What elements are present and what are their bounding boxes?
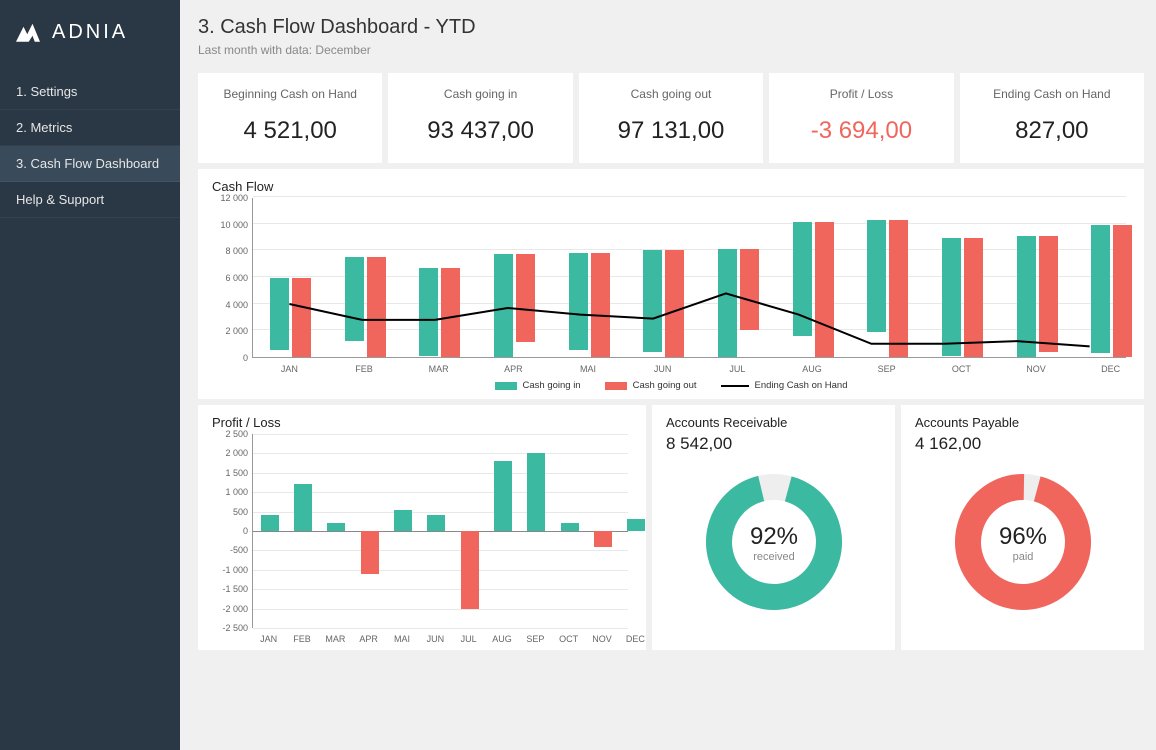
- kpi-value: 97 131,00: [591, 117, 751, 145]
- bar-in-JUL: [718, 249, 737, 357]
- bar-out-MAI: [591, 253, 610, 357]
- kpi-value: 4 521,00: [210, 117, 370, 145]
- kpi-label: Ending Cash on Hand: [972, 87, 1132, 101]
- kpi-label: Profit / Loss: [781, 87, 941, 101]
- donut-label: received: [753, 551, 795, 563]
- profit-loss-panel: Profit / Loss -2 500-2 000-1 500-1 000-5…: [198, 405, 646, 650]
- sidebar-item-3[interactable]: Help & Support: [0, 182, 180, 218]
- payable-donut-svg: 96%paid: [943, 462, 1103, 622]
- legend-out: Cash going out: [605, 380, 697, 391]
- sidebar-item-0[interactable]: 1. Settings: [0, 74, 180, 110]
- pbar-SEP: [527, 453, 545, 531]
- bar-out-NOV: [1039, 236, 1058, 352]
- cash-flow-panel: Cash Flow 02 0004 0006 0008 00010 00012 …: [198, 169, 1144, 399]
- bar-out-OCT: [964, 238, 983, 357]
- receivable-donut-svg: 92%received: [694, 462, 854, 622]
- kpi-0: Beginning Cash on Hand 4 521,00: [198, 73, 382, 163]
- bar-out-JUL: [740, 249, 759, 330]
- kpi-label: Cash going in: [400, 87, 560, 101]
- payable-donut: 96%paid: [915, 462, 1130, 622]
- kpi-label: Cash going out: [591, 87, 751, 101]
- bar-in-FEB: [345, 257, 364, 341]
- payable-title: Accounts Payable: [915, 415, 1130, 430]
- pbar-OCT: [561, 523, 579, 531]
- profit-loss-chart: -2 500-2 000-1 500-1 000-50005001 0001 5…: [212, 434, 632, 644]
- pbar-DEC: [627, 519, 645, 531]
- pbar-AUG: [494, 461, 512, 531]
- profit-loss-title: Profit / Loss: [212, 415, 632, 430]
- pbar-NOV: [594, 531, 612, 547]
- bar-out-JAN: [292, 278, 311, 357]
- bar-in-OCT: [942, 238, 961, 355]
- bar-in-AUG: [793, 222, 812, 335]
- kpi-value: 93 437,00: [400, 117, 560, 145]
- bar-out-MAR: [441, 268, 460, 357]
- receivable-title: Accounts Receivable: [666, 415, 881, 430]
- bar-in-JAN: [270, 278, 289, 350]
- kpi-row: Beginning Cash on Hand 4 521,00 Cash going…: [198, 73, 1144, 163]
- bar-in-MAR: [419, 268, 438, 356]
- brand-name: ADNIA: [52, 21, 128, 44]
- donut-label: paid: [1012, 551, 1033, 563]
- kpi-3: Profit / Loss -3 694,00: [769, 73, 953, 163]
- main-content: 3. Cash Flow Dashboard - YTD Last month …: [180, 0, 1156, 750]
- brand-logo: ADNIA: [0, 14, 180, 74]
- kpi-2: Cash going out 97 131,00: [579, 73, 763, 163]
- receivable-value: 8 542,00: [666, 434, 881, 454]
- pbar-APR: [361, 531, 379, 574]
- pbar-JAN: [261, 515, 279, 531]
- payable-panel: Accounts Payable 4 162,00 96%paid: [901, 405, 1144, 650]
- receivable-donut: 92%received: [666, 462, 881, 622]
- bar-out-JUN: [665, 250, 684, 357]
- kpi-4: Ending Cash on Hand 827,00: [960, 73, 1144, 163]
- cash-flow-chart: 02 0004 0006 0008 00010 00012 000JANFEBM…: [212, 198, 1130, 374]
- sidebar-item-2[interactable]: 3. Cash Flow Dashboard: [0, 146, 180, 182]
- pbar-MAR: [327, 523, 345, 531]
- cash-flow-title: Cash Flow: [212, 179, 1130, 194]
- page-subtitle: Last month with data: December: [198, 43, 1144, 57]
- legend-in: Cash going in: [495, 380, 581, 391]
- pbar-JUL: [461, 531, 479, 609]
- page-title: 3. Cash Flow Dashboard - YTD: [198, 16, 1144, 39]
- logo-icon: [16, 20, 46, 44]
- bar-in-DEC: [1091, 225, 1110, 353]
- pbar-MAI: [394, 510, 412, 531]
- pbar-FEB: [294, 484, 312, 531]
- payable-value: 4 162,00: [915, 434, 1130, 454]
- sidebar-item-1[interactable]: 2. Metrics: [0, 110, 180, 146]
- kpi-label: Beginning Cash on Hand: [210, 87, 370, 101]
- donut-pct: 92%: [749, 523, 797, 550]
- kpi-value: 827,00: [972, 117, 1132, 145]
- bar-out-APR: [516, 254, 535, 342]
- receivable-panel: Accounts Receivable 8 542,00 92%received: [652, 405, 895, 650]
- bar-out-AUG: [815, 222, 834, 357]
- pbar-JUN: [427, 515, 445, 531]
- bar-in-JUN: [643, 250, 662, 351]
- kpi-1: Cash going in 93 437,00: [388, 73, 572, 163]
- bar-out-DEC: [1113, 225, 1132, 357]
- bar-in-APR: [494, 254, 513, 357]
- bar-in-SEP: [867, 220, 886, 332]
- kpi-value: -3 694,00: [781, 117, 941, 145]
- bar-out-SEP: [889, 220, 908, 357]
- bar-out-FEB: [367, 257, 386, 357]
- donut-pct: 96%: [998, 523, 1046, 550]
- cash-flow-legend: Cash going in Cash going out Ending Cash…: [212, 374, 1130, 393]
- bar-in-MAI: [569, 253, 588, 350]
- legend-end: Ending Cash on Hand: [721, 380, 848, 391]
- sidebar: ADNIA 1. Settings2. Metrics3. Cash Flow …: [0, 0, 180, 750]
- bar-in-NOV: [1017, 236, 1036, 357]
